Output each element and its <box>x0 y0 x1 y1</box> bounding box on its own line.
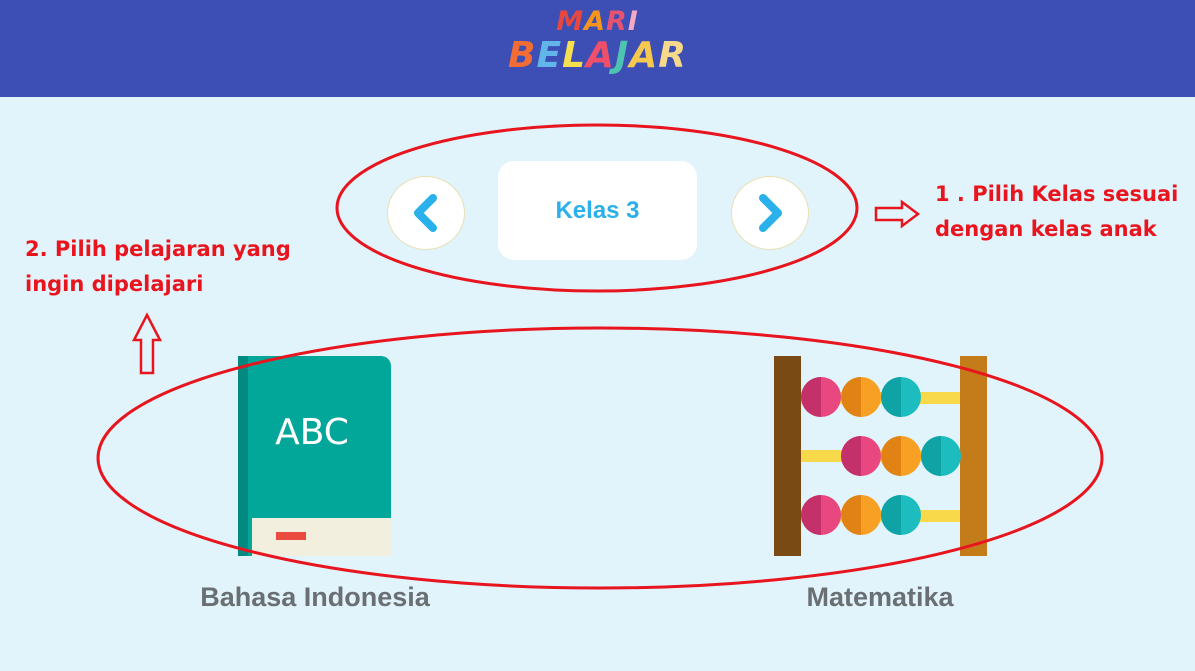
logo-line-1: MARI <box>0 8 1195 35</box>
logo-line-2: BELAJAR <box>0 38 1195 74</box>
logo-letter: B <box>508 35 537 76</box>
logo-letter: A <box>586 35 615 76</box>
next-grade-button[interactable] <box>731 176 809 250</box>
subject-matematika[interactable] <box>774 356 988 556</box>
logo-letter: L <box>562 35 587 76</box>
annotation-overlay <box>96 123 1104 590</box>
prev-grade-button[interactable] <box>387 176 465 250</box>
grade-display: Kelas 3 <box>498 161 697 260</box>
annotation-step2-line2: ingin dipelajari <box>25 272 204 296</box>
app-logo: MARI BELAJAR <box>0 8 1195 74</box>
subject-bahasa-indonesia[interactable]: ABC <box>238 356 391 556</box>
logo-letter: R <box>605 6 628 37</box>
logo-letter: A <box>629 35 659 76</box>
logo-letter: A <box>584 6 606 37</box>
logo-letter: M <box>556 6 585 37</box>
annotation-step2-line1: 2. Pilih pelajaran yang <box>25 237 291 261</box>
logo-letter: J <box>614 35 630 76</box>
annotation-step1: 1 . Pilih Kelas sesuai dengan kelas anak <box>935 177 1178 247</box>
book-icon: ABC <box>238 356 391 556</box>
arrow-right-icon <box>874 199 921 229</box>
annotation-step1-line1: 1 . Pilih Kelas sesuai <box>935 182 1179 206</box>
book-cover-text: ABC <box>275 412 349 453</box>
logo-letter: I <box>627 6 639 37</box>
logo-letter: R <box>658 35 687 76</box>
annotation-step2: 2. Pilih pelajaran yang ingin dipelajari <box>25 232 291 302</box>
app-header: MARI BELAJAR <box>0 0 1195 97</box>
subject-label-bahasa[interactable]: Bahasa Indonesia <box>180 582 450 613</box>
abacus-icon <box>774 356 987 556</box>
subject-label-matematika[interactable]: Matematika <box>760 582 1000 613</box>
logo-letter: E <box>536 35 563 76</box>
chevron-right-icon <box>759 194 782 232</box>
arrow-up-icon <box>131 312 163 375</box>
annotation-step1-line2: dengan kelas anak <box>935 217 1157 241</box>
chevron-left-icon <box>414 194 437 232</box>
